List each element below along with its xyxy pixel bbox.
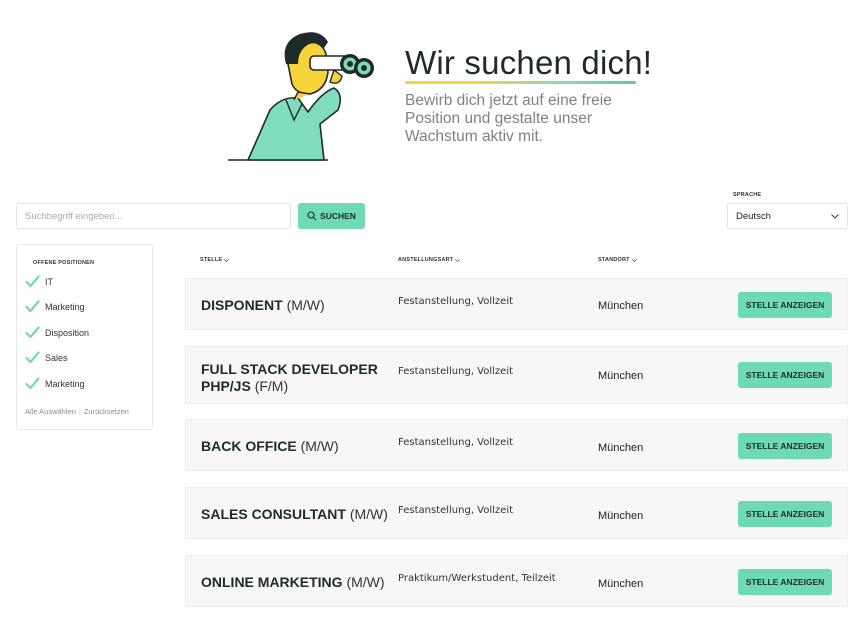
view-job-button[interactable]: STELLE ANZEIGEN (738, 501, 832, 527)
job-location: München (598, 578, 644, 590)
search-button-label: SUCHEN (320, 211, 356, 221)
column-header-label: STELLE (200, 257, 223, 263)
binoculars-person-illustration (228, 32, 374, 161)
filter-item-label: Marketing (45, 378, 85, 389)
job-title-text: DISPONENT (201, 297, 283, 313)
job-title-suffix: (M/W) (349, 506, 388, 522)
job-title-suffix: (M/W) (300, 438, 339, 454)
column-header-label: STANDORT (598, 257, 630, 263)
title-underline (405, 81, 636, 84)
job-title: ONLINE MARKETING (M/W) (201, 574, 385, 591)
search-button[interactable]: SUCHEN (298, 203, 365, 229)
page-subtitle: Bewirb dich jetzt auf eine freie Positio… (405, 92, 612, 145)
filter-item-label: IT (45, 276, 53, 287)
column-header-label: ANSTELLUNGSART (398, 257, 454, 263)
check-icon (25, 350, 40, 365)
check-icon (25, 376, 40, 391)
language-label: SPRACHE (733, 192, 762, 198)
language-select[interactable]: Deutsch (727, 203, 848, 229)
job-employment-type: Festanstellung, Vollzeit (398, 505, 514, 516)
column-header-position[interactable]: STELLE (200, 257, 230, 263)
language-selected-value: Deutsch (736, 210, 771, 222)
filter-item-disposition[interactable]: Disposition (25, 325, 89, 340)
job-title-text: ONLINE MARKETING (201, 574, 343, 590)
view-job-button[interactable]: STELLE ANZEIGEN (738, 292, 832, 318)
filter-item-it[interactable]: IT (25, 274, 53, 289)
page-title: Wir suchen dich! (405, 44, 653, 81)
job-title-suffix: (M/W) (286, 297, 325, 313)
job-title: FULL STACK DEVELOPER PHP/JS (F/M) (201, 361, 378, 395)
job-row: ONLINE MARKETING (M/W) Praktikum/Werkstu… (185, 555, 848, 607)
job-title: SALES CONSULTANT (M/W) (201, 506, 388, 523)
job-location: München (598, 510, 644, 522)
job-employment-type: Festanstellung, Vollzeit (398, 437, 514, 448)
filter-item-marketing[interactable]: Marketing (25, 299, 85, 314)
view-job-button[interactable]: STELLE ANZEIGEN (738, 569, 832, 595)
filter-item-label: Sales (45, 352, 68, 363)
job-employment-type: Praktikum/Werkstudent, Teilzeit (398, 573, 556, 584)
filter-item-label: Disposition (45, 327, 90, 338)
job-employment-type: Festanstellung, Vollzeit (398, 296, 514, 307)
job-title-text: FULL STACK DEVELOPER (201, 361, 378, 377)
job-location: München (598, 300, 644, 312)
job-title-text: BACK OFFICE (201, 438, 297, 454)
job-title: DISPONENT (M/W) (201, 297, 325, 314)
filter-title: OFFENE POSITIONEN (33, 260, 95, 266)
view-job-button[interactable]: STELLE ANZEIGEN (738, 433, 832, 459)
filter-links: Alle Auswählen | Zurücksetzen (25, 407, 129, 416)
select-all-link[interactable]: Alle Auswählen (25, 407, 76, 416)
job-location: München (598, 442, 644, 454)
chevron-down-icon (631, 258, 637, 262)
chevron-down-icon (455, 258, 461, 262)
job-employment-type: Festanstellung, Vollzeit (398, 366, 514, 377)
column-header-location[interactable]: STANDORT (598, 257, 637, 263)
job-title: BACK OFFICE (M/W) (201, 438, 339, 455)
view-job-button[interactable]: STELLE ANZEIGEN (738, 362, 832, 388)
job-title-suffix: (M/W) (346, 574, 385, 590)
filter-item-sales[interactable]: Sales (25, 350, 68, 365)
job-row: FULL STACK DEVELOPER PHP/JS (F/M) Festan… (185, 346, 848, 404)
chevron-down-icon (831, 213, 839, 219)
search-input[interactable] (16, 203, 291, 229)
job-title-text: SALES CONSULTANT (201, 506, 346, 522)
job-row: SALES CONSULTANT (M/W) Festanstellung, V… (185, 487, 848, 539)
job-location: München (598, 370, 644, 382)
check-icon (25, 299, 40, 314)
check-icon (25, 274, 40, 289)
filter-item-marketing-2[interactable]: Marketing (25, 376, 85, 391)
reset-link[interactable]: Zurücksetzen (84, 407, 129, 416)
job-title-text-line2: PHP/JS (201, 378, 251, 394)
column-header-employment[interactable]: ANSTELLUNGSART (398, 257, 461, 263)
filter-item-label: Marketing (45, 301, 85, 312)
search-icon (307, 211, 317, 221)
filter-links-separator: | (78, 407, 81, 416)
check-icon (25, 325, 40, 340)
job-row: BACK OFFICE (M/W) Festanstellung, Vollze… (185, 419, 848, 471)
job-row: DISPONENT (M/W) Festanstellung, Vollzeit… (185, 278, 848, 330)
hero-illustration (226, 28, 378, 162)
job-title-suffix: (F/M) (254, 378, 289, 394)
filter-panel: OFFENE POSITIONEN IT Marketing Dispositi… (16, 244, 153, 430)
chevron-down-icon (224, 258, 230, 262)
